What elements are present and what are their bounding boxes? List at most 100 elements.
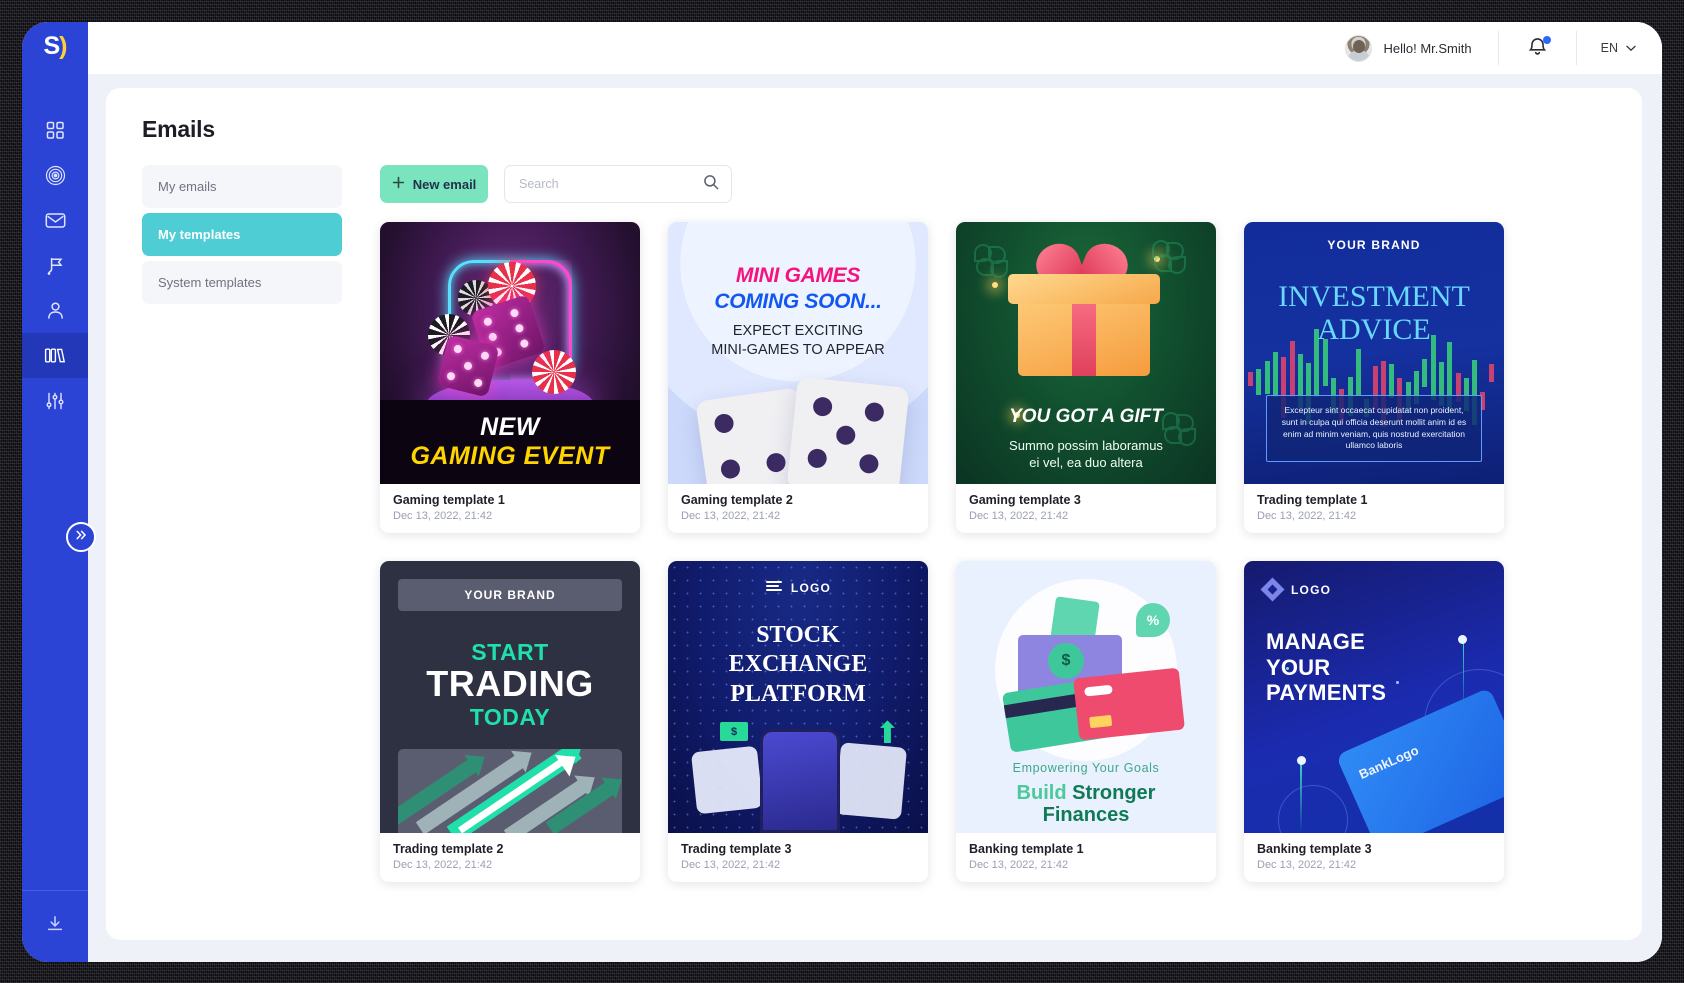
candlestick (1430, 335, 1436, 400)
user-menu[interactable]: Hello! Mr.Smith (1337, 31, 1499, 65)
content-panel: Emails My emails My templates System tem… (106, 88, 1642, 940)
candlestick (1355, 348, 1361, 395)
flag-icon (46, 256, 65, 276)
template-caption: Gaming template 1 Dec 13, 2022, 21:42 (380, 484, 640, 533)
candlestick (1272, 351, 1278, 398)
template-thumbnail: YOU GOT A GIFT Summo possim laboramus ei… (956, 222, 1216, 484)
template-card[interactable]: LOGO MANAGE YOUR PAYMENTS BankLogo Banki… (1244, 561, 1504, 882)
candlestick (1488, 363, 1494, 383)
search-box[interactable] (504, 165, 732, 203)
headline-line-2: GAMING EVENT (410, 442, 610, 470)
template-title: Gaming template 3 (969, 493, 1081, 507)
headline: YOU GOT A GIFT (1009, 406, 1163, 427)
headline-line-3: PLATFORM (730, 680, 866, 707)
headline-line-1: INVESTMENT (1278, 280, 1470, 313)
subheadline-line-1: EXPECT EXCITING (732, 323, 864, 339)
headline-line-2: YOUR (1266, 654, 1331, 680)
headline-word-stronger: Stronger (1072, 782, 1156, 804)
sub-item-label: My templates (158, 227, 241, 242)
candlestick (1314, 329, 1320, 397)
sidebar-item-templates[interactable] (22, 333, 88, 378)
sidebar-expand-button[interactable] (66, 522, 96, 552)
notification-badge (1542, 36, 1551, 44)
sidebar-item-emails[interactable] (22, 198, 88, 243)
plus-icon (392, 176, 405, 192)
notifications-button[interactable] (1499, 31, 1577, 65)
template-date: Dec 13, 2022, 21:42 (681, 859, 781, 871)
toolbar: New email (380, 165, 1614, 203)
candlestick (1422, 358, 1428, 387)
avatar (1345, 34, 1373, 62)
headline-line-1: MINI GAMES (735, 264, 861, 287)
template-card[interactable]: NEW GAMING EVENT Gaming template 1 Dec 1… (380, 222, 640, 533)
body-text: Excepteur sint occaecat cupidatat non pr… (1266, 395, 1482, 462)
candlestick (1264, 360, 1270, 394)
coin: $ (1048, 643, 1084, 679)
template-card[interactable]: % $ Empowering Your Goals Build Stronger… (956, 561, 1216, 882)
candlestick (1289, 341, 1295, 397)
page-title: Emails (142, 116, 215, 142)
template-card[interactable]: YOU GOT A GIFT Summo possim laboramus ei… (956, 222, 1216, 533)
template-thumbnail: LOGO MANAGE YOUR PAYMENTS BankLogo (1244, 561, 1504, 833)
search-icon[interactable] (703, 174, 719, 195)
sidebar-download-button[interactable] (22, 890, 88, 962)
template-title: Trading template 1 (1257, 493, 1368, 507)
hamburger-icon (765, 579, 783, 596)
brand-label: YOUR BRAND (1327, 238, 1421, 252)
credit-card-pink (1073, 667, 1185, 741)
chart-pane (690, 745, 764, 815)
headline-line-1: STOCK (756, 622, 840, 648)
headline-line-1: MANAGE (1266, 629, 1365, 654)
template-card[interactable]: LOGO STOCK EXCHANGE PLATFORM $ ⬆ Trading… (668, 561, 928, 882)
template-date: Dec 13, 2022, 21:42 (1257, 510, 1357, 522)
template-thumbnail: YOUR BRAND START TRADING TODAY (380, 561, 640, 833)
subheadline-line-2: ei vel, ea duo altera (1029, 455, 1143, 471)
sidebar-item-campaigns[interactable] (22, 153, 88, 198)
app-logo[interactable]: S) (22, 22, 88, 74)
main-region: Hello! Mr.Smith EN Emails My emails My t… (88, 22, 1662, 962)
chevron-down-icon (1626, 41, 1636, 55)
template-caption: Trading template 1 Dec 13, 2022, 21:42 (1244, 484, 1504, 533)
template-thumbnail: MINI GAMES COMING SOON... EXPECT EXCITIN… (668, 222, 928, 484)
logo-label: LOGO (790, 580, 832, 595)
sidebar-item-system-templates[interactable]: System templates (142, 261, 342, 304)
headline-line-2: Finances (1042, 804, 1130, 826)
language-label: EN (1600, 41, 1618, 55)
search-input[interactable] (519, 177, 703, 191)
subheadline: Empowering Your Goals (1012, 761, 1160, 775)
new-email-button[interactable]: New email (380, 165, 488, 203)
template-title: Banking template 3 (1257, 842, 1372, 856)
sidebar-item-dashboard[interactable] (22, 108, 88, 153)
subheadline-line-2: MINI-GAMES TO APPEAR (711, 341, 885, 358)
templates-grid: NEW GAMING EVENT Gaming template 1 Dec 1… (380, 222, 1614, 882)
sidebar-item-my-templates[interactable]: My templates (142, 213, 342, 256)
template-thumbnail: LOGO STOCK EXCHANGE PLATFORM $ ⬆ (668, 561, 928, 833)
headline-line-3: TODAY (469, 704, 551, 730)
chevron-double-right-icon (74, 528, 88, 547)
sub-item-label: System templates (158, 275, 262, 290)
headline-line-1: START (471, 639, 549, 665)
headline: STOCK EXCHANGE PLATFORM (668, 621, 928, 709)
sidebar-item-goals[interactable] (22, 243, 88, 288)
language-selector[interactable]: EN (1577, 31, 1654, 65)
template-card[interactable]: MINI GAMES COMING SOON... EXPECT EXCITIN… (668, 222, 928, 533)
template-date: Dec 13, 2022, 21:42 (969, 859, 1069, 871)
template-card[interactable]: YOUR BRAND START TRADING TODAY Trading t… (380, 561, 640, 882)
mail-icon (45, 211, 66, 230)
template-card[interactable]: YOUR BRAND INVESTMENT ADVICE Excepteur s… (1244, 222, 1504, 533)
template-caption: Trading template 2 Dec 13, 2022, 21:42 (380, 833, 640, 882)
headline-line-1: NEW (480, 413, 540, 441)
sidebar: S) (22, 22, 88, 962)
template-caption: Banking template 1 Dec 13, 2022, 21:42 (956, 833, 1216, 882)
poker-chip (532, 350, 576, 394)
template-caption: Gaming template 2 Dec 13, 2022, 21:42 (668, 484, 928, 533)
grid-icon (46, 121, 65, 140)
sub-navigation: My emails My templates System templates (142, 165, 342, 882)
bank-card: BankLogo (1335, 687, 1504, 833)
template-caption: Gaming template 3 Dec 13, 2022, 21:42 (956, 484, 1216, 533)
sidebar-item-audience[interactable] (22, 288, 88, 333)
sidebar-item-settings[interactable] (22, 378, 88, 423)
logo-lockup: LOGO (668, 579, 928, 596)
sidebar-item-my-emails[interactable]: My emails (142, 165, 342, 208)
arrows-panel (398, 749, 622, 833)
